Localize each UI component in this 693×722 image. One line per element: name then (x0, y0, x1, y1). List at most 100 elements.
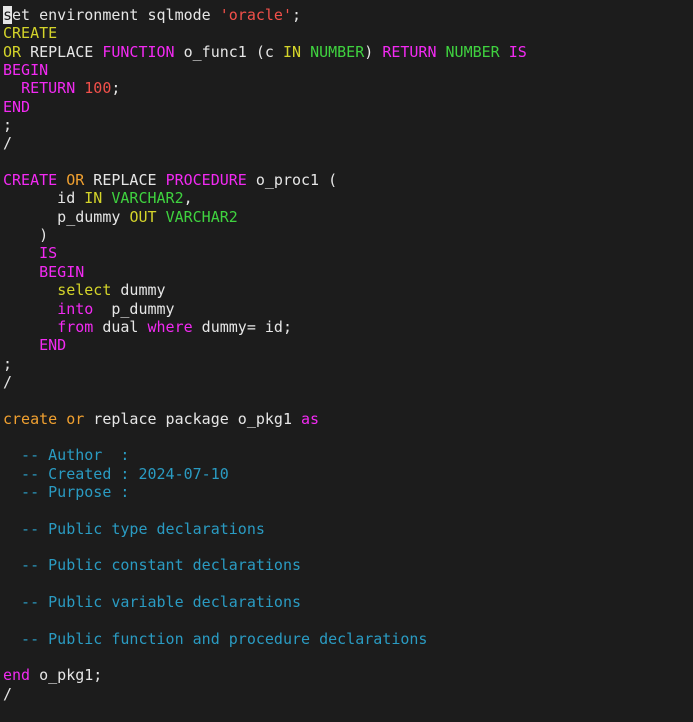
code-line[interactable] (3, 648, 691, 666)
code-token: -- Public type declarations (3, 519, 265, 538)
code-line[interactable]: create or replace package o_pkg1 as (3, 410, 691, 428)
code-line[interactable]: p_dummy OUT VARCHAR2 (3, 208, 691, 226)
code-token: / (3, 684, 13, 703)
code-token: NUMBER (310, 42, 365, 61)
code-line[interactable]: CREATE OR REPLACE PROCEDURE o_proc1 ( (3, 171, 691, 189)
code-line[interactable]: -- Public type declarations (3, 520, 691, 538)
code-token: create (3, 409, 58, 428)
code-token: 'oracle' (219, 6, 292, 24)
code-line[interactable]: BEGIN (3, 61, 691, 79)
code-line[interactable] (3, 611, 691, 629)
code-line[interactable]: / (3, 685, 691, 703)
code-token: -- Public function and procedure declara… (3, 629, 428, 648)
code-line[interactable]: -- Author : (3, 446, 691, 464)
code-line[interactable] (3, 153, 691, 171)
code-token: IS (508, 42, 527, 61)
code-line[interactable]: -- Public function and procedure declara… (3, 630, 691, 648)
code-token: ; (3, 354, 13, 373)
code-line[interactable] (3, 575, 691, 593)
code-token: -- Author : (3, 446, 130, 465)
code-token: or (66, 409, 85, 428)
code-token: CREATE (3, 24, 58, 43)
code-line[interactable]: CREATE (3, 24, 691, 42)
code-line[interactable]: from dual where dummy= id; (3, 318, 691, 336)
code-line[interactable]: end o_pkg1; (3, 666, 691, 684)
code-token: p_dummy (93, 299, 175, 318)
code-token: from (57, 317, 94, 336)
code-line[interactable]: / (3, 134, 691, 152)
code-line[interactable] (3, 501, 691, 519)
code-line[interactable]: -- Created : 2024-07-10 (3, 465, 691, 483)
code-token: dummy= id; (192, 317, 292, 336)
code-token: OUT (129, 207, 157, 226)
code-token: -- Public constant declarations (3, 556, 302, 575)
code-token: dual (93, 317, 148, 336)
code-token: ) (364, 42, 383, 61)
code-line[interactable]: -- Purpose : (3, 483, 691, 501)
code-line[interactable]: END (3, 336, 691, 354)
code-token: CREATE (3, 171, 58, 190)
code-line[interactable]: RETURN 100; (3, 79, 691, 97)
code-token: / (3, 372, 13, 391)
code-token: IN (84, 189, 103, 208)
code-token: NUMBER (445, 42, 500, 61)
code-line[interactable]: -- Public constant declarations (3, 556, 691, 574)
code-token: BEGIN (39, 262, 85, 281)
code-line[interactable]: END (3, 98, 691, 116)
code-token: VARCHAR2 (165, 207, 238, 226)
code-token: BEGIN (3, 61, 49, 80)
code-token: REPLACE (21, 42, 103, 61)
code-line[interactable] (3, 428, 691, 446)
code-token: ; (292, 6, 302, 24)
code-token: as (301, 409, 320, 428)
code-line[interactable]: ; (3, 116, 691, 134)
code-line[interactable]: id IN VARCHAR2, (3, 189, 691, 207)
code-line[interactable]: / (3, 373, 691, 391)
code-token: dummy (111, 281, 166, 300)
code-token: ; (3, 116, 13, 135)
code-token: END (39, 336, 67, 355)
code-token: REPLACE (84, 171, 166, 190)
code-line[interactable] (3, 391, 691, 409)
code-token: FUNCTION (102, 42, 175, 61)
code-token: VARCHAR2 (111, 189, 184, 208)
code-line[interactable]: select dummy (3, 281, 691, 299)
code-line[interactable]: ; (3, 355, 691, 373)
code-editor[interactable]: set environment sqlmode 'oracle'; CREATE O… (3, 6, 691, 718)
code-token: PROCEDURE (165, 171, 247, 190)
code-token: select (57, 281, 112, 300)
code-token: / (3, 134, 13, 153)
code-token: IS (39, 244, 58, 263)
code-line[interactable]: IS (3, 244, 691, 262)
code-line[interactable]: ) (3, 226, 691, 244)
code-line[interactable]: OR REPLACE FUNCTION o_func1 (c IN NUMBER… (3, 43, 691, 61)
code-line[interactable]: -- Public variable declarations (3, 593, 691, 611)
code-token: replace package o_pkg1 (84, 409, 302, 428)
code-line[interactable]: into p_dummy (3, 300, 691, 318)
code-token: o_func1 (c (174, 42, 283, 61)
code-token: , (183, 189, 193, 208)
code-token: RETURN (21, 79, 76, 98)
code-token: p_dummy (3, 207, 130, 226)
code-token: OR (66, 171, 85, 190)
code-line[interactable]: set environment sqlmode 'oracle'; (3, 6, 691, 24)
code-token: where (147, 317, 193, 336)
code-line[interactable]: BEGIN (3, 263, 691, 281)
code-token: -- Public variable declarations (3, 593, 302, 611)
code-token: id (3, 189, 85, 208)
code-line[interactable] (3, 538, 691, 556)
code-token: IN (282, 42, 302, 61)
text-cursor: s (3, 6, 13, 24)
